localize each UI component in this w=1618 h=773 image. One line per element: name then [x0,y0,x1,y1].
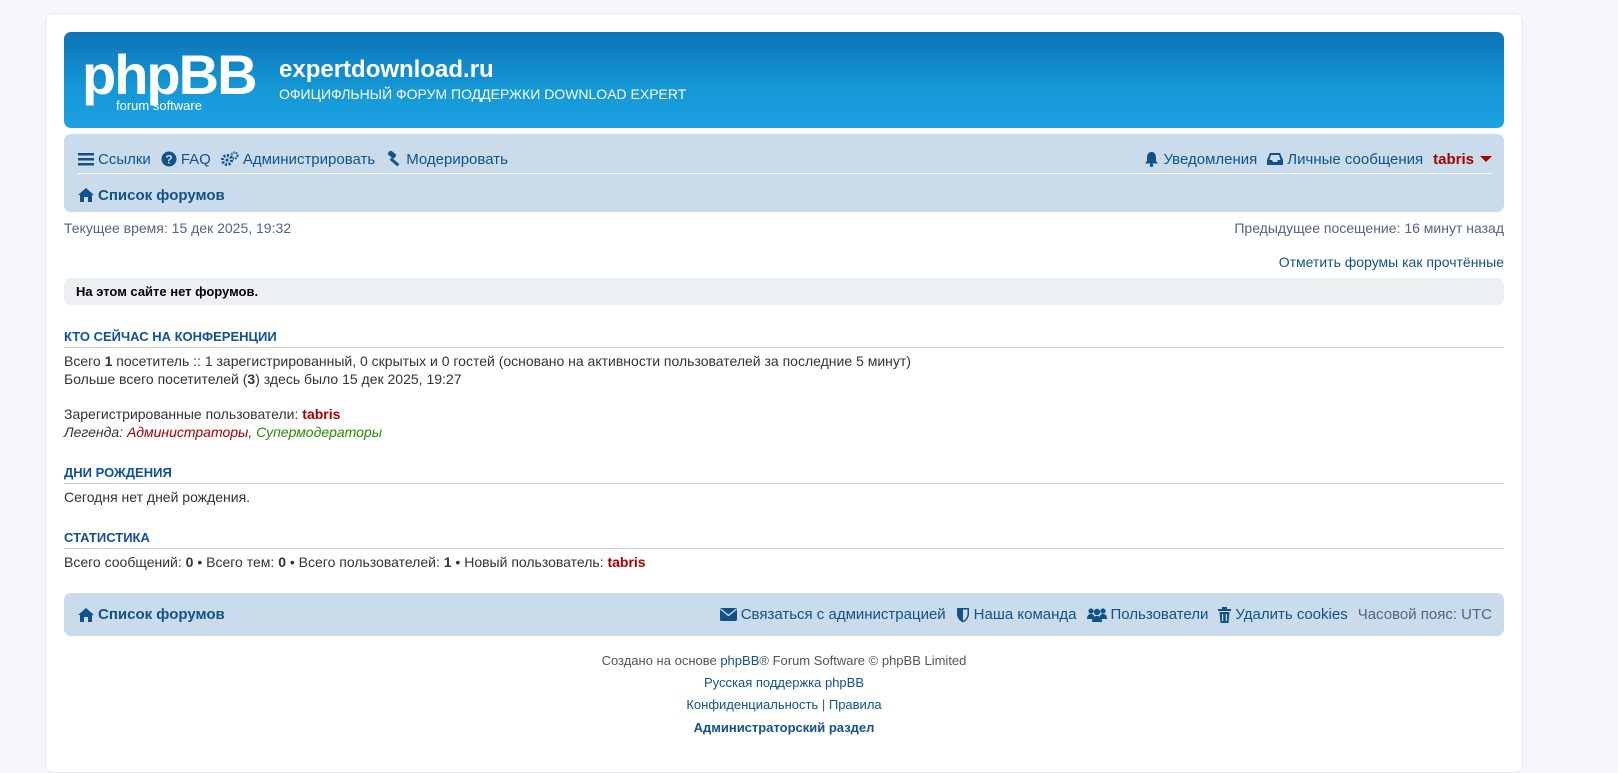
phpbb-logo[interactable]: phpBB forum software [82,48,267,112]
online-record-rest: ) здесь было 15 дек 2025, 19:27 [255,371,462,387]
private-messages-label: Личные сообщения [1287,150,1424,168]
policy-links: Конфиденциальность | Правила [64,694,1504,716]
mcp-label: Модерировать [406,150,508,168]
russian-support-link[interactable]: Русская поддержка phpBB [704,675,864,690]
nav-row-top: Ссылки ? FAQ Администрировать Модерирова… [78,146,1492,172]
caret-down-icon [1480,156,1492,162]
copyright-rest: ® Forum Software © phpBB Limited [759,653,967,668]
nav-breadcrumbs: Список форумов [78,182,225,208]
online-record-line: Больше всего посетителей (3) здесь было … [64,370,1504,388]
online-total-rest: посетитель :: 1 зарегистрированный, 0 ск… [112,353,911,369]
site-header: phpBB forum software expertdownload.ru О… [64,32,1504,128]
team-link[interactable]: Наша команда [956,606,1077,623]
online-record-prefix: Больше всего посетителей ( [64,371,248,387]
footer-breadcrumb-forum-index[interactable]: Список форумов [78,606,225,623]
private-messages-link[interactable]: Личные сообщения [1267,151,1423,168]
statistics-section-title: СТАТИСТИКА [64,530,1504,549]
username-label: tabris [1433,150,1474,168]
stats-newest-user-link[interactable]: tabris [607,554,645,570]
mark-forums-read-link[interactable]: Отметить форумы как прочтённые [64,254,1504,272]
time-bar: Текущее время: 15 дек 2025, 19:32 Предыд… [64,216,1504,244]
logo-sub-text: forum software [116,98,202,112]
footer-breadcrumb-label: Список форумов [98,606,225,623]
registered-user-link[interactable]: tabris [302,406,340,422]
bell-icon [1145,152,1159,167]
quick-links-label: Ссылки [98,150,151,168]
registered-users-line: Зарегистрированные пользователи: tabris [64,405,1504,423]
contact-admin-link[interactable]: Связаться с администрацией [719,606,946,623]
team-label: Наша команда [973,606,1077,623]
no-forums-notice: На этом сайте нет форумов. [64,278,1504,305]
legend-label: Легенда: [64,424,127,440]
user-menu[interactable]: tabris [1433,151,1492,168]
delete-cookies-link[interactable]: Удалить cookies [1218,606,1348,623]
hamburger-icon [78,153,94,166]
site-title[interactable]: expertdownload.ru [279,56,494,84]
policy-separator: | [818,697,829,712]
privacy-link[interactable]: Конфиденциальность [686,697,818,712]
mcp-link[interactable]: Модерировать [385,151,508,168]
phpbb-link[interactable]: phpBB [720,653,759,668]
acp-label: Администрировать [242,150,376,168]
question-circle-icon: ? [161,151,177,167]
gears-icon [220,151,239,166]
home-icon [78,188,94,202]
stats-users-value: 1 [443,554,452,570]
page-wrap: phpBB forum software expertdownload.ru О… [45,13,1523,773]
breadcrumb-label: Список форумов [98,186,225,204]
statistics-line: Всего сообщений: 0 • Всего тем: 0 • Всег… [64,553,1504,571]
registered-users-label: Зарегистрированные пользователи: [64,406,303,422]
svg-text:?: ? [165,153,172,167]
last-visit: Предыдущее посещение: 16 минут назад [1234,220,1504,236]
stats-topics-label: • Всего тем: [193,554,279,570]
members-link[interactable]: Пользователи [1086,606,1209,623]
stats-posts-label: Всего сообщений: [64,554,186,570]
online-section-title[interactable]: КТО СЕЙЧАС НА КОНФЕРЕНЦИИ [64,329,1504,348]
birthdays-text: Сегодня нет дней рождения. [64,489,251,505]
navbar: Ссылки ? FAQ Администрировать Модерирова… [64,134,1504,212]
shield-icon [956,607,969,622]
navbar-divider [78,173,1492,174]
breadcrumb-forum-index[interactable]: Список форумов [78,187,225,204]
footer-navbar: Список форумов Связаться с администрацие… [64,593,1504,636]
admin-panel-link[interactable]: Администраторский раздел [694,720,875,735]
members-label: Пользователи [1110,606,1209,623]
envelope-icon [719,608,737,621]
legend-admins-link[interactable]: Администраторы [127,424,248,440]
inbox-icon [1267,153,1284,165]
legend-line: Легенда: Администраторы, Супермодераторы [64,423,1504,441]
notifications-label: Уведомления [1163,150,1258,168]
delete-cookies-label: Удалить cookies [1235,606,1348,623]
faq-link[interactable]: ? FAQ [161,151,211,168]
online-total-line: Всего 1 посетитель :: 1 зарегистрированн… [64,352,1504,370]
copyright-block: Создано на основе phpBB® Forum Software … [64,650,1504,739]
acp-link[interactable]: Администрировать [220,150,376,168]
current-time: Текущее время: 15 дек 2025, 19:32 [64,220,292,236]
terms-link[interactable]: Правила [829,697,882,712]
users-icon [1086,608,1107,622]
legend-separator: , [248,424,257,440]
stats-users-label: • Всего пользователей: [285,554,444,570]
home-icon [78,607,94,622]
site-description: ОФИЦИФЛЬНЫЙ ФОРУМ ПОДДЕРЖКИ DOWNLOAD EXP… [279,86,687,102]
timezone-label: Часовой пояс: UTC [1357,606,1492,623]
trash-icon [1218,606,1232,623]
page-body: phpBB forum software expertdownload.ru О… [64,32,1504,739]
copyright-prefix: Создано на основе [601,653,721,668]
notifications-link[interactable]: Уведомления [1144,151,1257,168]
stats-newest-label: • Новый пользователь: [451,554,608,570]
contact-admin-label: Связаться с администрацией [740,606,946,623]
online-total-prefix: Всего [64,353,105,369]
gavel-icon [387,151,400,167]
legend-supermods-link[interactable]: Супермодераторы [256,424,382,440]
quick-links-menu[interactable]: Ссылки [78,151,151,168]
copyright-line: Создано на основе phpBB® Forum Software … [64,650,1504,672]
stats-topics-value: 0 [278,554,286,570]
birthdays-section-title: ДНИ РОЖДЕНИЯ [64,465,1504,484]
faq-label: FAQ [180,150,211,168]
